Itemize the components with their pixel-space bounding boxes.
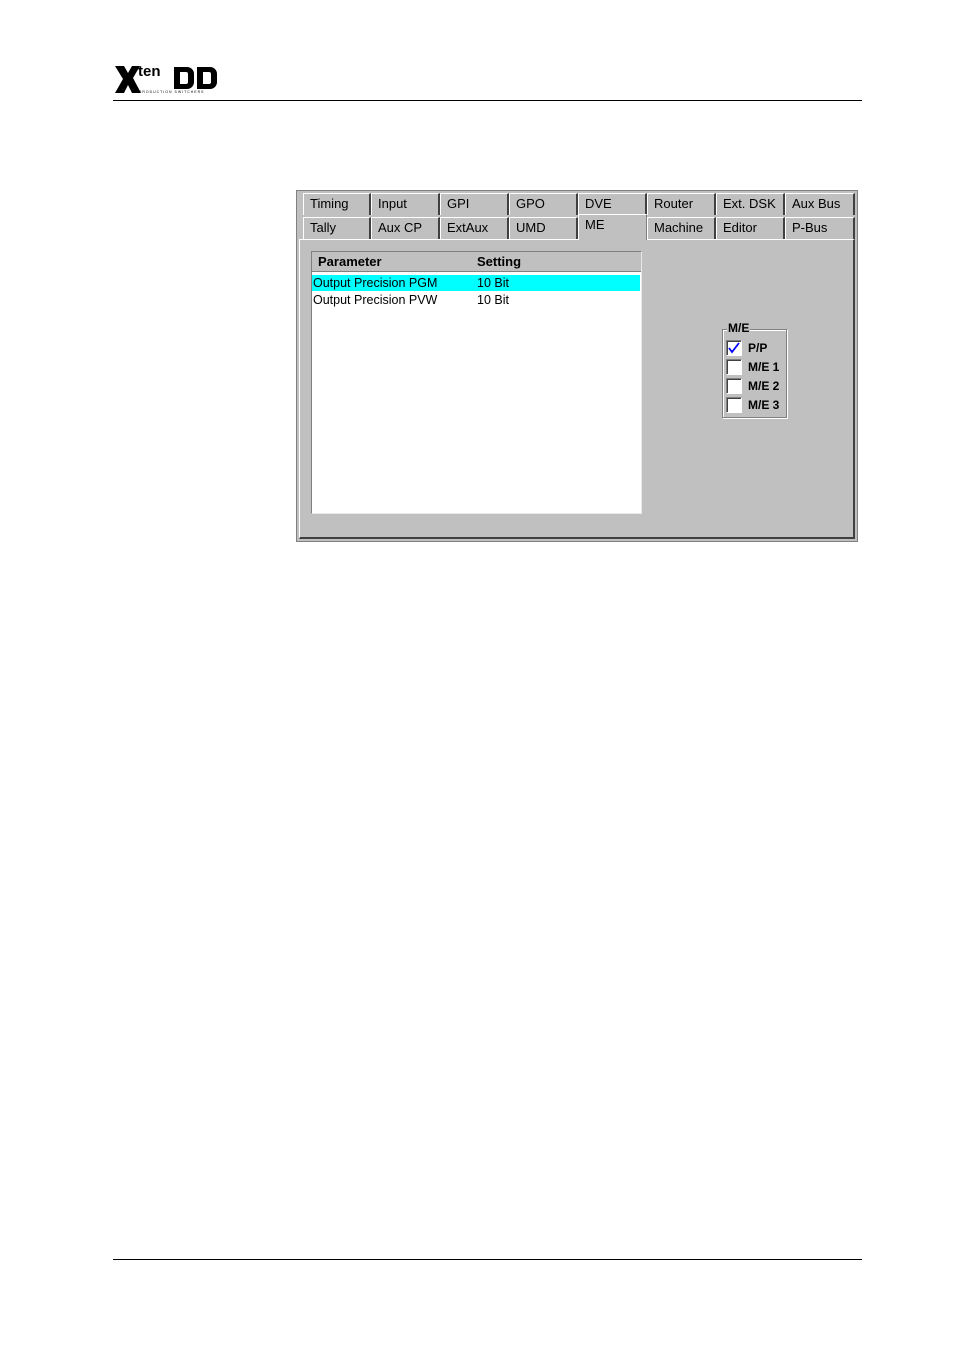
tab-dve[interactable]: DVE <box>578 193 647 215</box>
row-setting: 10 Bit <box>477 293 509 307</box>
checkbox-box[interactable] <box>726 359 742 375</box>
tab-extaux[interactable]: ExtAux <box>440 217 509 239</box>
me-group-title: M/E <box>727 321 751 335</box>
checkbox-box[interactable] <box>726 397 742 413</box>
tab-timing[interactable]: Timing <box>303 193 371 215</box>
tab-umd[interactable]: UMD <box>509 217 578 239</box>
column-header-parameter[interactable]: Parameter <box>318 252 382 272</box>
tab-machine[interactable]: Machine <box>647 217 716 239</box>
parameter-list[interactable]: Parameter Setting Output Precision PGM 1… <box>311 251 642 514</box>
tab-tally[interactable]: Tally <box>303 217 371 239</box>
tab-router[interactable]: Router <box>647 193 716 215</box>
checkbox-box[interactable] <box>726 378 742 394</box>
svg-text:ten: ten <box>138 63 161 80</box>
row-setting: 10 Bit <box>477 276 509 290</box>
tab-aux-bus[interactable]: Aux Bus <box>785 193 855 215</box>
tab-gpi[interactable]: GPI <box>440 193 509 215</box>
table-row[interactable]: Output Precision PGM 10 Bit <box>312 275 640 291</box>
me-group: M/E P/P M/E 1 M/E 2 M/E 3 <box>722 321 787 418</box>
row-parameter: Output Precision PVW <box>313 293 438 307</box>
checkbox-label: P/P <box>748 341 768 355</box>
tab-ext-dsk[interactable]: Ext. DSK <box>716 193 785 215</box>
row-parameter: Output Precision PGM <box>313 276 438 290</box>
checkbox-box[interactable] <box>726 340 742 356</box>
column-header-setting[interactable]: Setting <box>477 252 521 272</box>
xtendd-logo: ten PRODUCTION SWITCHERS <box>113 62 223 96</box>
checkbox-label: M/E 3 <box>748 398 780 412</box>
checkbox-label: M/E 1 <box>748 360 780 374</box>
tab-editor[interactable]: Editor <box>716 217 785 239</box>
svg-text:PRODUCTION SWITCHERS: PRODUCTION SWITCHERS <box>139 90 205 94</box>
me-tab-panel: Parameter Setting Output Precision PGM 1… <box>299 239 855 539</box>
header-rule <box>113 100 862 101</box>
table-row[interactable]: Output Precision PVW 10 Bit <box>312 292 640 308</box>
checkbox-label: M/E 2 <box>748 379 780 393</box>
footer-rule <box>113 1259 862 1260</box>
list-header: Parameter Setting <box>312 252 641 272</box>
tab-aux-cp[interactable]: Aux CP <box>371 217 440 239</box>
tab-p-bus[interactable]: P-Bus <box>785 217 855 239</box>
settings-dialog: Timing Input GPI GPO DVE Router Ext. DSK… <box>296 190 858 542</box>
checkmark-icon <box>728 342 740 354</box>
tab-gpo[interactable]: GPO <box>509 193 578 215</box>
tab-me[interactable]: ME <box>578 214 647 240</box>
tab-input[interactable]: Input <box>371 193 440 215</box>
